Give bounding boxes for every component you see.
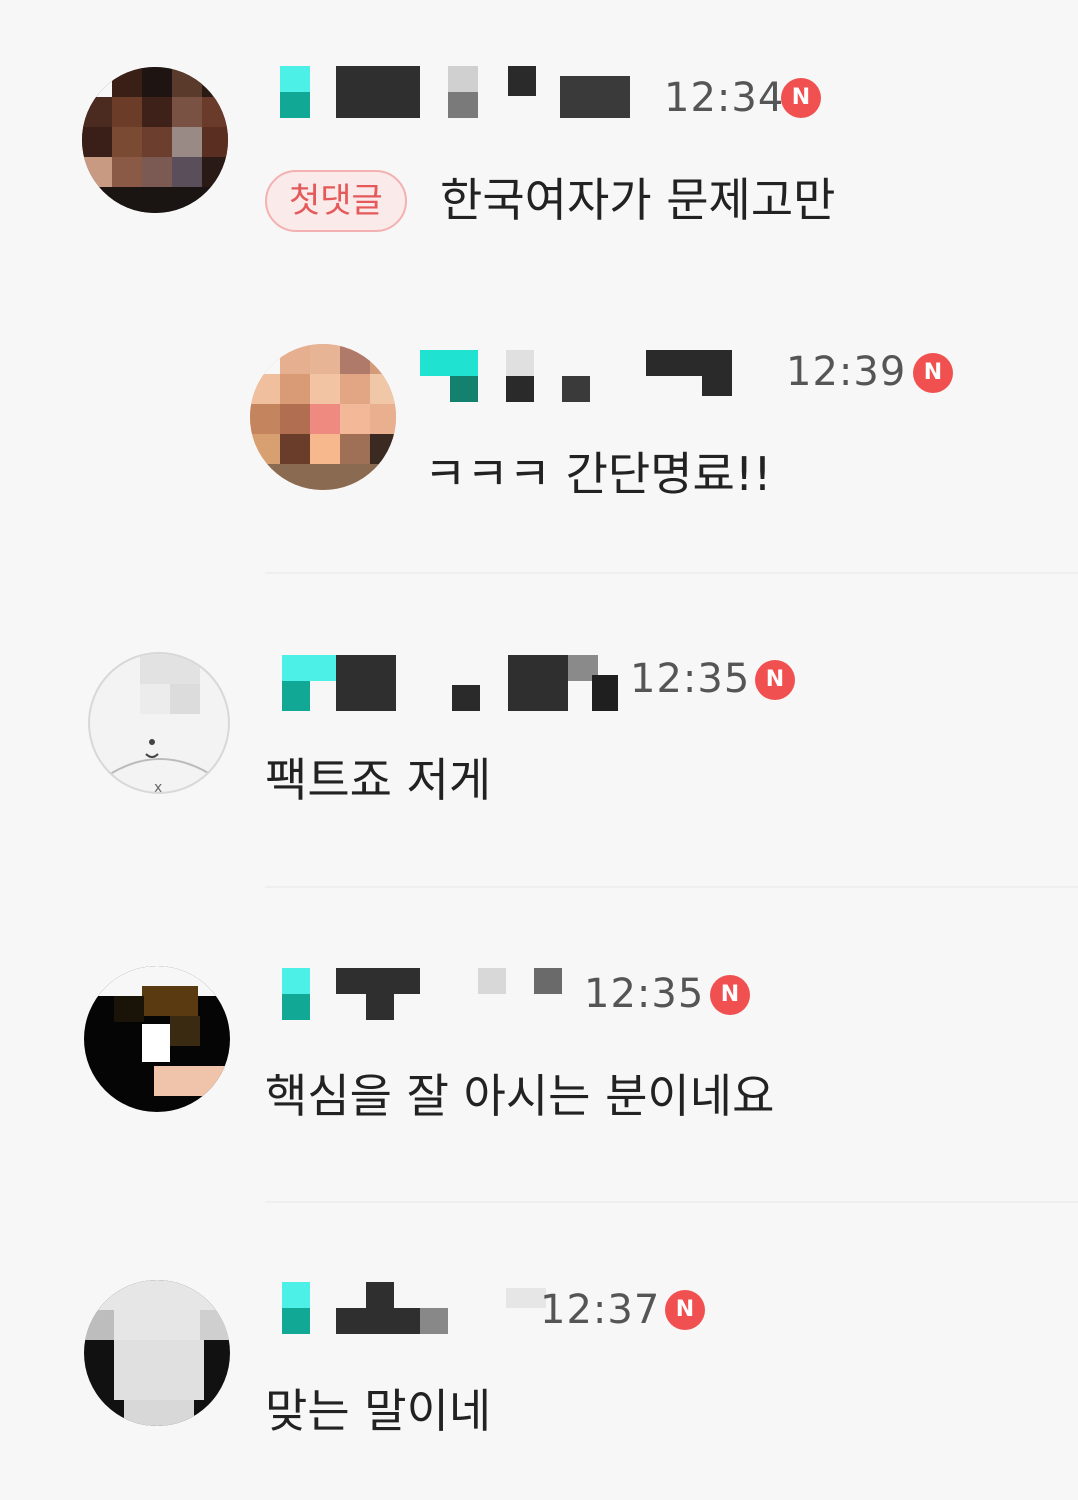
comment-text: 팩트죠 저게 bbox=[265, 753, 492, 807]
new-badge: N bbox=[665, 1290, 705, 1330]
comment-text: ㅋㅋㅋ 간단명료!! bbox=[424, 447, 772, 501]
comment-text: 한국여자가 문제고만 bbox=[440, 173, 836, 227]
svg-text:x: x bbox=[154, 780, 162, 794]
comment-time: 12:35 bbox=[630, 656, 751, 702]
new-badge: N bbox=[781, 78, 821, 118]
avatar[interactable] bbox=[84, 1280, 230, 1426]
comment-time: 12:37 bbox=[540, 1287, 661, 1333]
avatar[interactable] bbox=[82, 67, 228, 213]
divider bbox=[265, 572, 1078, 574]
comment-text: 맞는 말이네 bbox=[265, 1384, 492, 1438]
divider bbox=[265, 1201, 1078, 1203]
nickname-blurred[interactable] bbox=[282, 1282, 562, 1342]
avatar[interactable] bbox=[250, 344, 396, 490]
new-badge: N bbox=[710, 975, 750, 1015]
nickname-blurred[interactable] bbox=[282, 655, 622, 715]
nickname-blurred[interactable] bbox=[280, 66, 660, 126]
divider bbox=[265, 886, 1078, 888]
comment-text: 핵심을 잘 아시는 분이네요 bbox=[265, 1069, 775, 1123]
nickname-blurred[interactable] bbox=[420, 350, 770, 410]
comment-time: 12:39 bbox=[786, 349, 907, 395]
avatar[interactable]: x bbox=[88, 652, 230, 794]
new-badge: N bbox=[755, 660, 795, 700]
comment-time: 12:35 bbox=[584, 971, 705, 1017]
first-comment-badge: 첫댓글 bbox=[265, 170, 407, 232]
avatar[interactable] bbox=[84, 966, 230, 1112]
comment-time: 12:34 bbox=[664, 75, 785, 121]
nickname-blurred[interactable] bbox=[282, 968, 582, 1028]
character-icon: x bbox=[109, 739, 211, 794]
comment-list: 12:34 N 첫댓글 한국여자가 문제고만 12:39 N ㅋㅋㅋ 간단명료!… bbox=[0, 0, 1078, 1500]
new-badge: N bbox=[913, 353, 953, 393]
